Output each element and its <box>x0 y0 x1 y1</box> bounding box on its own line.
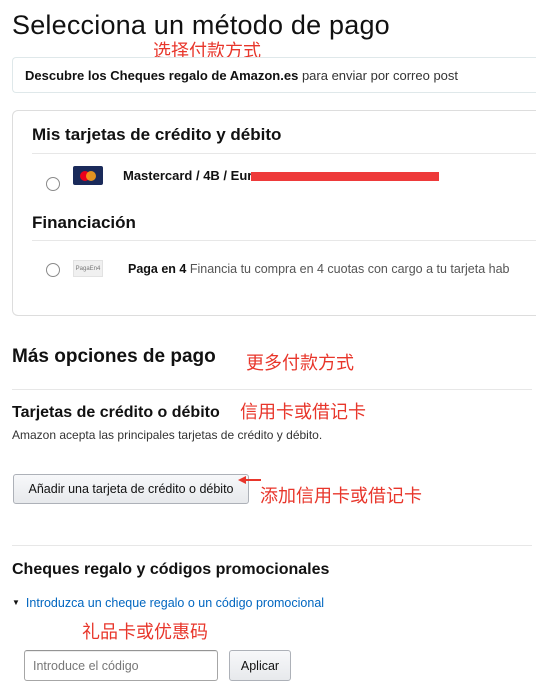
annotation-arrow <box>245 479 261 481</box>
card-label[interactable]: Mastercard / 4B / Eur <box>123 168 252 183</box>
card-radio[interactable] <box>46 177 60 191</box>
gift-promo-link-label: Introduzca un cheque regalo o un código … <box>25 596 325 610</box>
paga-en-4-icon: PagaEn4 <box>73 260 103 277</box>
divider <box>32 240 536 241</box>
cards-section-heading: Mis tarjetas de crédito y débito <box>32 125 282 144</box>
gift-promo-link[interactable]: ▼ Introduzca un cheque regalo o un código… <box>12 596 324 610</box>
annotation-add-card: 添加信用卡或借记卡 <box>260 486 422 507</box>
apply-button[interactable]: Aplicar <box>229 650 291 681</box>
financing-label[interactable]: Paga en 4 Financia tu compra en 4 cuotas… <box>128 262 509 276</box>
annotation-gift-promo: 礼品卡或优惠码 <box>82 622 208 643</box>
financing-title: Paga en 4 <box>128 262 187 276</box>
banner-text: para enviar por correo post <box>298 68 459 83</box>
divider <box>32 153 536 154</box>
banner-bold-text: Descubre los Cheques regalo de Amazon.es <box>25 68 299 83</box>
annotation-more-methods: 更多付款方式 <box>246 353 354 374</box>
more-options-heading: Más opciones de pago <box>12 346 216 367</box>
cards-subheading: Tarjetas de crédito o débito <box>12 404 220 421</box>
financing-radio[interactable] <box>46 263 60 277</box>
annotation-credit-debit: 信用卡或借记卡 <box>240 402 366 423</box>
financing-section-heading: Financiación <box>32 213 136 232</box>
annotation-arrow-head <box>238 476 246 484</box>
redaction-bar <box>251 172 439 181</box>
gift-card-banner[interactable]: Descubre los Cheques regalo de Amazon.es… <box>12 57 536 93</box>
mastercard-icon <box>73 166 103 185</box>
add-card-button[interactable]: Añadir una tarjeta de crédito o débito <box>13 474 249 504</box>
divider <box>12 389 532 390</box>
saved-payment-methods: Mis tarjetas de crédito y débito Masterc… <box>12 110 536 316</box>
divider <box>12 545 532 546</box>
gift-promo-heading: Cheques regalo y códigos promocionales <box>12 561 330 578</box>
caret-down-icon: ▼ <box>12 598 20 607</box>
financing-description: Financia tu compra en 4 cuotas con cargo… <box>186 262 510 276</box>
promo-code-input[interactable] <box>24 650 218 681</box>
payment-method-page: Selecciona un método de pago 选择付款方式 Desc… <box>0 0 536 699</box>
cards-note: Amazon acepta las principales tarjetas d… <box>12 428 323 442</box>
